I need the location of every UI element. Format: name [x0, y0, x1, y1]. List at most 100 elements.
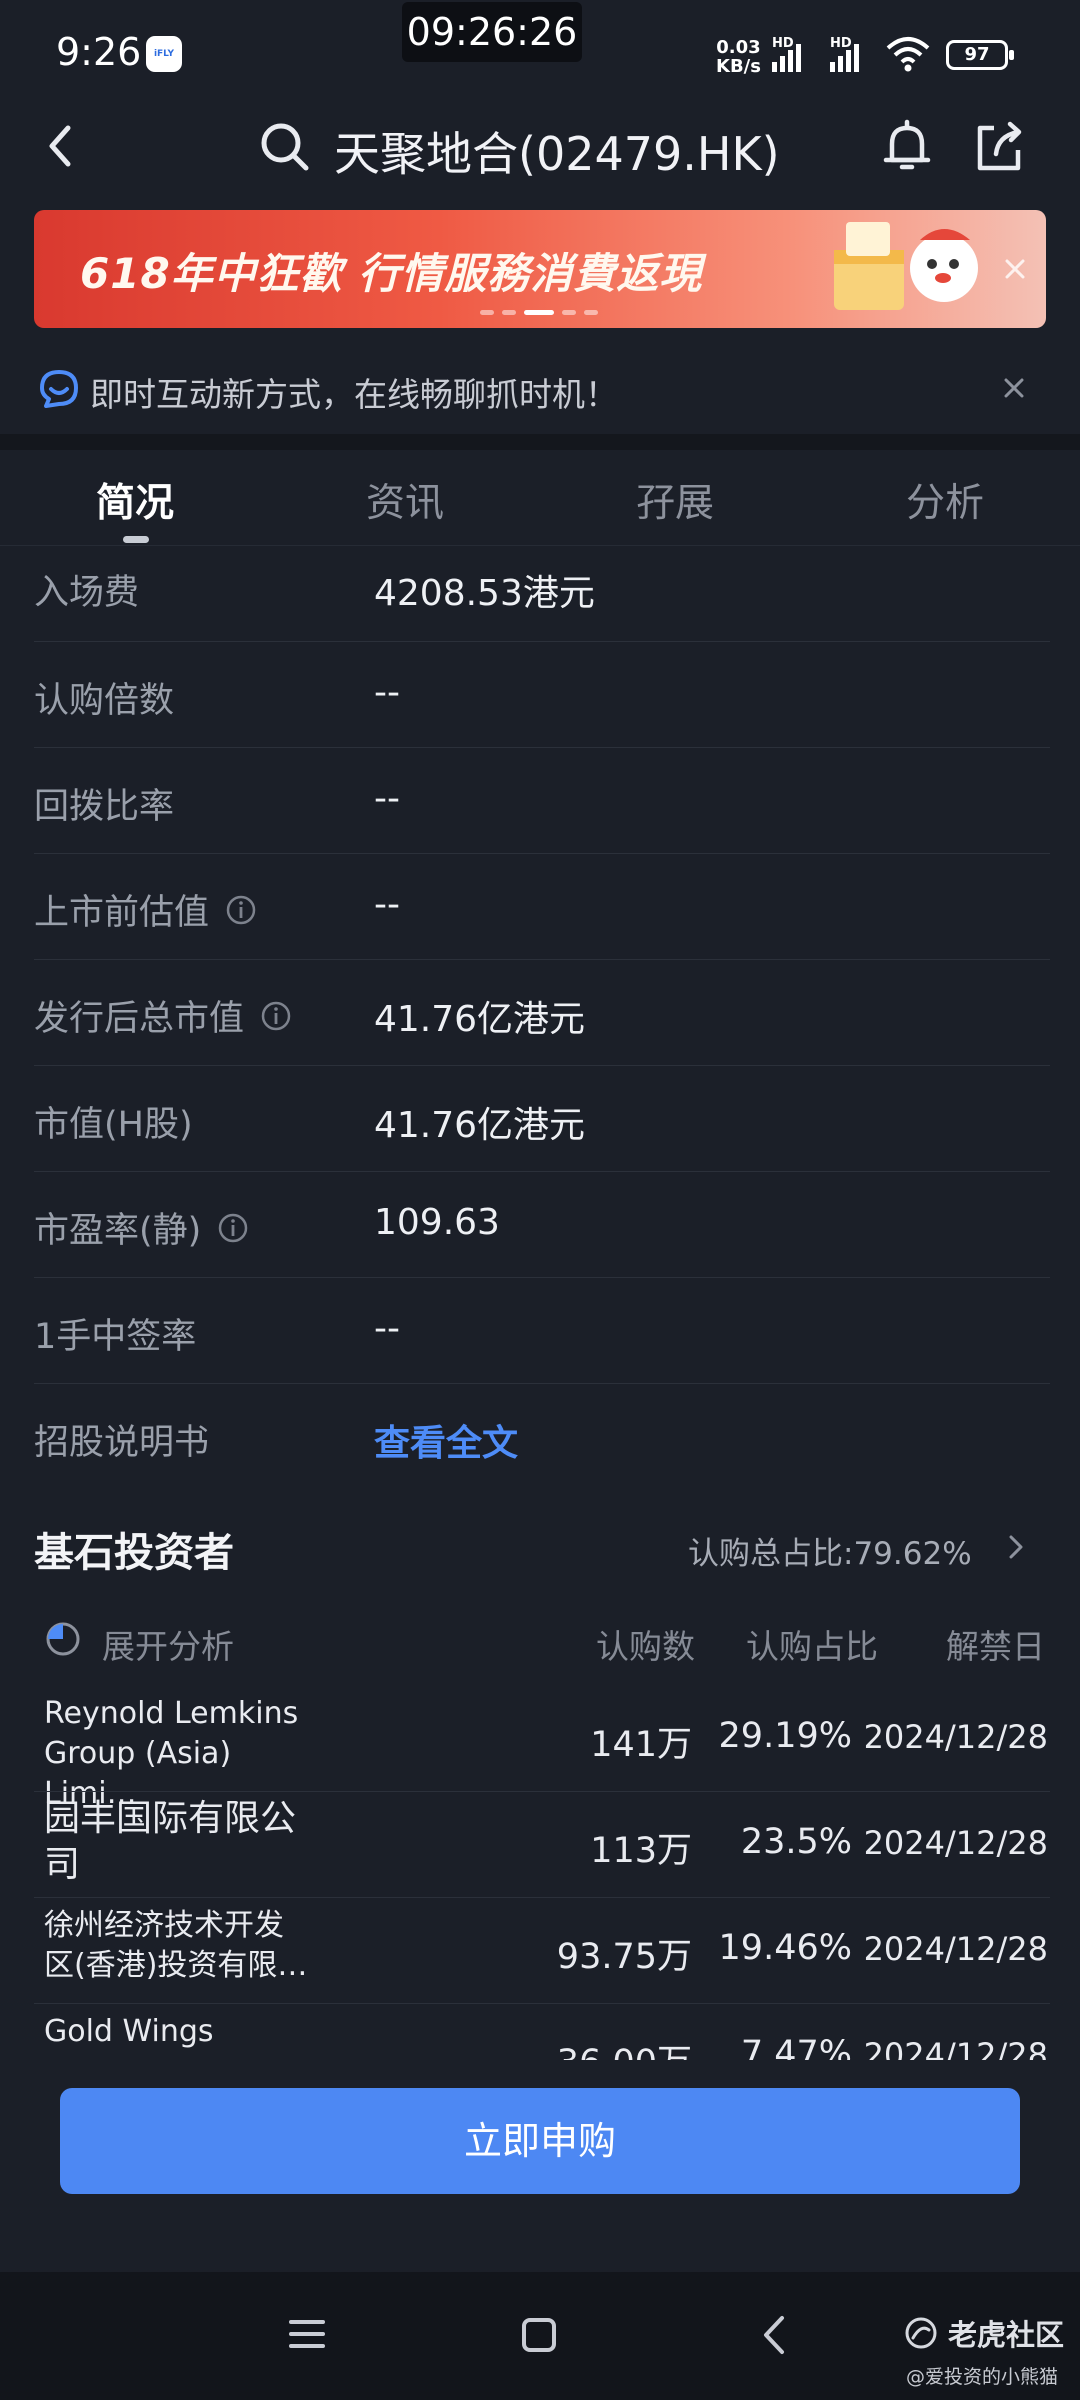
info-value: 4208.53港元 [374, 573, 595, 614]
pie-chart-icon[interactable] [44, 1620, 82, 1658]
info-row-h-share-market-cap: 市值(H股) 41.76亿港元 [0, 1066, 1080, 1172]
status-bar: 9:26 iFLY 09:26:26 0.03 KB/s HD HD 97 [0, 0, 1080, 100]
promo-banner[interactable]: 618年中狂歡 行情服務消費返現 [34, 210, 1046, 328]
cornerstone-total: 认购总占比:79.62% [688, 1536, 972, 1572]
share-icon[interactable] [970, 118, 1028, 176]
banner-dot [584, 310, 598, 315]
cornerstone-header[interactable]: 基石投资者 认购总占比:79.62% [0, 1500, 1080, 1590]
home-icon[interactable] [520, 2316, 558, 2354]
bottom-action-area: 立即申购 [0, 2060, 1080, 2270]
info-row-pre-ipo-valuation: 上市前估值 -- [0, 854, 1080, 960]
column-unlock-date: 解禁日 [946, 1627, 1045, 1666]
signal-1-icon: HD [772, 36, 801, 72]
investor-shares: 141万 [590, 1725, 692, 1765]
watermark-user: @爱投资的小熊猫 [906, 2366, 1059, 2388]
cornerstone-title: 基石投资者 [34, 1530, 234, 1576]
network-speed: 0.03 KB/s [716, 38, 761, 76]
watermark-brand: 老虎社区 [948, 2318, 1065, 2352]
investor-ratio: 7.47% [740, 2034, 852, 2062]
investor-unlock-date: 2024/12/28 [863, 1930, 1048, 1968]
investor-name: 园丰国际有限公 司 [44, 1798, 297, 1885]
banner-pagination [480, 310, 598, 315]
info-label: 认购倍数 [34, 681, 175, 721]
info-label: 上市前估值 [34, 884, 257, 935]
tab-overview[interactable]: 简况 [35, 472, 235, 528]
info-value: -- [374, 778, 400, 819]
status-time: 9:26 [56, 30, 142, 74]
investor-shares: 93.75万 [556, 1937, 692, 1977]
expand-analysis-button[interactable]: 展开分析 [102, 1620, 234, 1668]
cornerstone-row[interactable]: 园丰国际有限公 司 113万 23.5% 2024/12/28 [0, 1792, 1080, 1898]
info-label: 招股说明书 [34, 1423, 210, 1463]
investor-shares: 36.00万 [557, 2034, 692, 2062]
nav-back-icon[interactable] [758, 2314, 788, 2356]
back-icon[interactable] [40, 122, 80, 170]
investor-unlock-date: 2024/12/28 [863, 2036, 1048, 2062]
banner-dot [502, 310, 516, 315]
info-label: 市值(H股) [34, 1105, 193, 1145]
tab-analysis[interactable]: 分析 [845, 472, 1045, 528]
banner-dot-active [524, 310, 554, 315]
tab-news[interactable]: 资讯 [305, 472, 505, 528]
ifly-app-icon: iFLY [146, 36, 182, 72]
notice-close-icon[interactable] [1000, 374, 1028, 402]
banner-close-icon[interactable] [1000, 254, 1030, 284]
cornerstone-row[interactable]: 徐州经济技术开发 区(香港)投资有限… 93.75万 19.46% 2024/1… [0, 1898, 1080, 2004]
info-value: 109.63 [374, 1202, 500, 1243]
bell-icon[interactable] [878, 118, 936, 176]
menu-icon[interactable] [288, 2316, 326, 2352]
section-divider [0, 434, 1080, 450]
investor-ratio: 23.5% [740, 1822, 852, 1862]
top-nav-bar: 天聚地合(02479.HK) [0, 100, 1080, 190]
info-row-pe-ratio: 市盈率(静) 109.63 [0, 1172, 1080, 1278]
info-row-entry-fee: 入场费 4208.53港元 [0, 546, 1080, 642]
tab-bar: 简况 资讯 孖展 分析 [0, 450, 1080, 546]
floating-clock: 09:26:26 [402, 2, 582, 62]
active-tab-indicator [123, 536, 149, 543]
network-speed-unit: KB/s [716, 56, 761, 77]
chat-notice[interactable]: 即时互动新方式，在线畅聊抓时机！ [0, 350, 1080, 430]
chevron-right-icon[interactable] [1006, 1532, 1026, 1562]
notice-text: 即时互动新方式，在线畅聊抓时机！ [90, 375, 618, 414]
info-label: 入场费 [34, 573, 140, 613]
banner-dot [480, 310, 494, 315]
info-value: 41.76亿港元 [374, 999, 586, 1040]
tab-margin[interactable]: 孖展 [575, 472, 775, 528]
info-value: 41.76亿港元 [374, 1105, 586, 1146]
search-icon[interactable] [258, 120, 312, 174]
investor-unlock-date: 2024/12/28 [863, 1718, 1048, 1756]
cornerstone-row[interactable]: Gold Wings 36.00万 7.47% 2024/12/28 [0, 2004, 1080, 2062]
info-icon[interactable] [217, 1212, 249, 1244]
info-value: -- [374, 1308, 400, 1349]
investor-ratio: 29.19% [718, 1716, 852, 1756]
info-label: 发行后总市值 [34, 990, 292, 1041]
info-icon[interactable] [225, 894, 257, 926]
chat-icon [40, 370, 78, 408]
column-shares: 认购数 [596, 1627, 695, 1666]
info-value: -- [374, 884, 400, 925]
subscribe-now-button[interactable]: 立即申购 [60, 2088, 1020, 2194]
investor-unlock-date: 2024/12/28 [863, 1824, 1048, 1862]
mascot-illustration [834, 222, 978, 310]
tiger-community-logo-icon [905, 2317, 937, 2349]
info-row-lot-success-rate: 1手中签率 -- [0, 1278, 1080, 1384]
view-prospectus-link[interactable]: 查看全文 [374, 1414, 518, 1466]
battery-icon: 97 [946, 40, 1014, 70]
info-row-prospectus: 招股说明书 查看全文 [0, 1384, 1080, 1490]
wifi-icon [886, 37, 930, 72]
cornerstone-row[interactable]: Reynold Lemkins Group (Asia) Limi… 141万 … [0, 1686, 1080, 1811]
page-title[interactable]: 天聚地合(02479.HK) [334, 118, 780, 184]
investor-ratio: 19.46% [718, 1928, 852, 1968]
banner-dot [562, 310, 576, 315]
column-ratio: 认购占比 [746, 1627, 878, 1666]
info-row-subscription-multiple: 认购倍数 -- [0, 642, 1080, 748]
investor-shares: 113万 [590, 1831, 692, 1871]
network-speed-value: 0.03 [716, 37, 761, 58]
info-label: 1手中签率 [34, 1317, 197, 1357]
info-value: -- [374, 672, 400, 713]
info-row-post-issue-market-cap: 发行后总市值 41.76亿港元 [0, 960, 1080, 1066]
investor-name: Gold Wings [44, 2014, 214, 2049]
ipo-info-list: 入场费 4208.53港元 认购倍数 -- 回拨比率 -- 上市前估值 -- 发… [0, 546, 1080, 1490]
info-icon[interactable] [260, 1000, 292, 1032]
signal-2-icon: HD [830, 36, 859, 72]
